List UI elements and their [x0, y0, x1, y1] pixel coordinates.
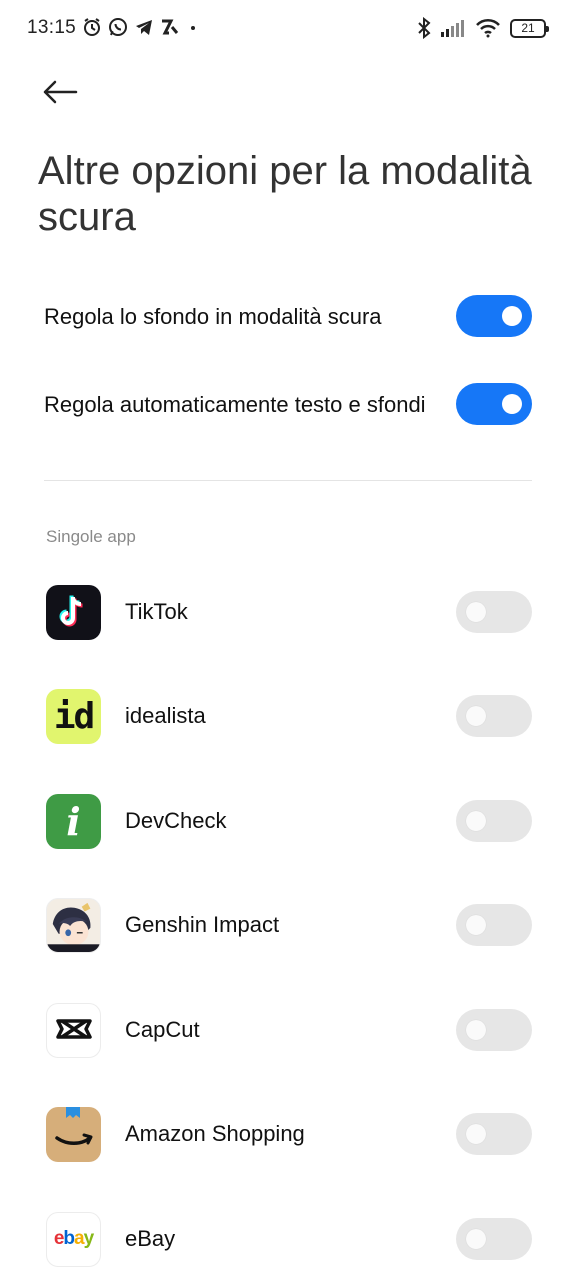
setting-label: Regola lo sfondo in modalità scura: [44, 303, 382, 329]
ebay-toggle[interactable]: [456, 1218, 532, 1260]
toggle-knob: [466, 811, 486, 831]
ebay-letter-y: y: [83, 1228, 95, 1249]
ebay-letter-e: e: [53, 1228, 65, 1249]
setting-row-auto-adjust[interactable]: Regola automaticamente testo e sfondi: [44, 383, 532, 425]
telegram-icon: [136, 20, 152, 35]
dot-icon: [191, 26, 195, 30]
toggle-knob: [466, 602, 486, 622]
app-row-capcut[interactable]: CapCut: [46, 1002, 532, 1058]
auto-adjust-toggle[interactable]: [456, 383, 532, 425]
app-name: Genshin Impact: [125, 912, 280, 937]
battery-icon: 21: [510, 18, 549, 38]
app-name: Amazon Shopping: [125, 1121, 305, 1146]
tiktok-icon: [46, 584, 101, 640]
toggle-knob: [466, 1020, 486, 1040]
idealista-icon-text: id: [53, 695, 95, 737]
whatsapp-icon: [109, 18, 127, 36]
status-notification-icons: [82, 17, 200, 37]
genshin-impact-toggle[interactable]: [456, 904, 532, 946]
amazon-shopping-icon: [46, 1106, 101, 1162]
app-row-devcheck[interactable]: i DevCheck: [46, 793, 532, 849]
divider: [44, 480, 532, 481]
setting-label: Regola automaticamente testo e sfondi: [44, 391, 426, 417]
devcheck-toggle[interactable]: [456, 800, 532, 842]
tiktok-toggle[interactable]: [456, 591, 532, 633]
signal-icon: [441, 20, 464, 37]
app-row-genshin-impact[interactable]: Genshin Impact: [46, 897, 532, 953]
toggle-knob: [502, 306, 522, 326]
app-notification-icon: [162, 19, 179, 35]
app-name: eBay: [125, 1226, 176, 1251]
app-row-tiktok[interactable]: TikTok: [46, 584, 532, 640]
dark-background-toggle[interactable]: [456, 295, 532, 337]
status-system-icons: 21: [417, 17, 549, 39]
status-time: 13:15: [27, 17, 77, 38]
capcut-toggle[interactable]: [456, 1009, 532, 1051]
ebay-icon: ebay: [46, 1211, 101, 1267]
app-name: idealista: [125, 703, 206, 728]
ebay-letter-b: b: [63, 1228, 75, 1249]
ebay-letter-a: a: [74, 1228, 85, 1249]
genshin-impact-icon: [46, 897, 101, 953]
ebay-logo-text: ebay: [53, 1228, 95, 1250]
toggle-knob: [466, 915, 486, 935]
app-name: TikTok: [125, 599, 188, 624]
bluetooth-icon: [418, 17, 431, 39]
section-label: Singole app: [46, 527, 136, 546]
battery-level: 21: [521, 21, 535, 35]
toggle-knob: [466, 706, 486, 726]
idealista-icon: id: [46, 688, 101, 744]
app-row-amazon-shopping[interactable]: Amazon Shopping: [46, 1106, 532, 1162]
amazon-shopping-toggle[interactable]: [456, 1113, 532, 1155]
alarm-icon: [84, 18, 100, 36]
toggle-knob: [466, 1229, 486, 1249]
capcut-icon: [46, 1002, 101, 1058]
wifi-icon: [476, 18, 500, 38]
toggle-knob: [502, 394, 522, 414]
setting-row-dark-background[interactable]: Regola lo sfondo in modalità scura: [44, 295, 532, 337]
toggle-knob: [466, 1124, 486, 1144]
app-row-ebay[interactable]: ebay eBay: [46, 1211, 532, 1267]
idealista-toggle[interactable]: [456, 695, 532, 737]
devcheck-icon: i: [46, 793, 101, 849]
devcheck-icon-text: i: [66, 798, 81, 844]
app-row-idealista[interactable]: id idealista: [46, 688, 532, 744]
status-bar: 13:15 21: [0, 0, 576, 58]
back-button[interactable]: [38, 74, 82, 110]
page-title: Altre opzioni per la modalità scura: [38, 149, 532, 239]
arrow-left-icon: [43, 80, 78, 104]
app-name: CapCut: [125, 1017, 200, 1042]
app-name: DevCheck: [125, 808, 227, 833]
